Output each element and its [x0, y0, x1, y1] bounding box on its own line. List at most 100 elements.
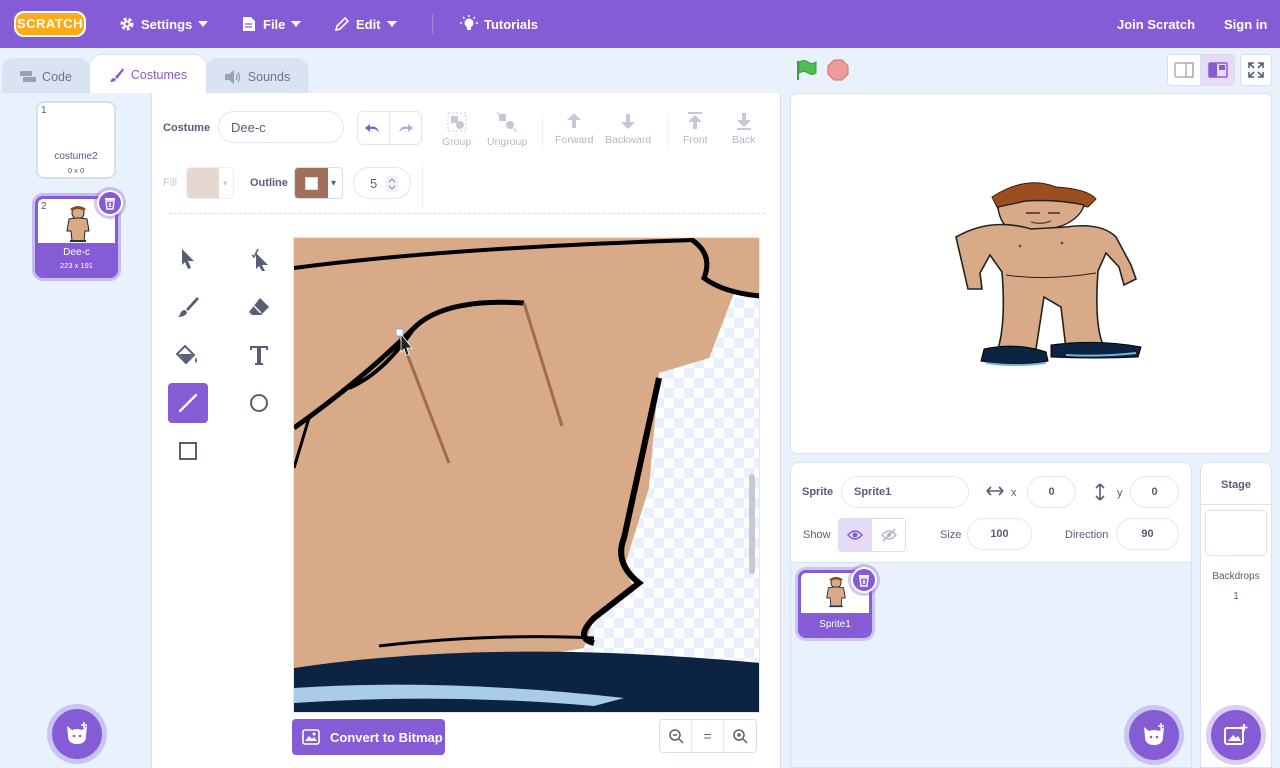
edit-menu[interactable]: Edit	[334, 0, 397, 48]
arrow-up-icon	[567, 113, 582, 128]
small-stage-button[interactable]	[1168, 55, 1202, 85]
costume-number: 1	[41, 105, 47, 116]
scratch-logo[interactable]: SCRATCH	[14, 10, 86, 38]
circle-icon	[250, 394, 268, 412]
eraser-tool[interactable]	[239, 287, 279, 327]
costume-name-label: Costume	[163, 122, 211, 134]
costume-thumbnail	[66, 206, 90, 242]
stage-canvas[interactable]	[790, 93, 1272, 454]
size-input[interactable]: 100	[967, 518, 1032, 550]
stage-header	[782, 48, 1280, 92]
fill-color-picker[interactable]: ▾	[186, 167, 234, 199]
logo-text: SCRATCH	[16, 16, 84, 31]
hide-sprite-button[interactable]	[872, 519, 905, 551]
back-button[interactable]: Back	[732, 111, 755, 146]
text-tool[interactable]	[239, 335, 279, 375]
costume-tile-1[interactable]: 1 costume2 0 x 0	[36, 101, 116, 179]
choose-costume-button[interactable]	[52, 709, 102, 759]
trash-icon	[859, 574, 869, 587]
backward-button[interactable]: Backward	[605, 111, 651, 146]
cursor-icon	[182, 249, 194, 269]
green-flag-button[interactable]	[794, 58, 818, 82]
small-stage-icon	[1174, 62, 1194, 78]
y-value: 0	[1151, 486, 1158, 498]
costume-name-input[interactable]: Dee-c	[218, 111, 344, 143]
direction-input[interactable]: 90	[1116, 518, 1179, 550]
fill-tool[interactable]	[168, 335, 208, 375]
ungroup-icon	[496, 111, 518, 133]
redo-button[interactable]	[390, 112, 421, 144]
sprite-info: Sprite Sprite1 x 0 y 0 Show Size 100 Dir…	[791, 463, 1191, 563]
group-button[interactable]: Group	[442, 111, 471, 148]
forward-button[interactable]: Forward	[555, 111, 594, 146]
delete-costume-button[interactable]	[97, 190, 123, 216]
circle-tool[interactable]	[239, 383, 279, 423]
cat-icon	[67, 722, 87, 744]
sprite-tile-label-area: Sprite1	[801, 613, 869, 635]
paint-canvas[interactable]	[293, 237, 760, 713]
stop-button[interactable]	[827, 59, 849, 81]
outline-width-value: 5	[370, 175, 378, 191]
convert-to-bitmap-button[interactable]: Convert to Bitmap	[292, 719, 445, 755]
stage-size-toggle	[1167, 54, 1235, 86]
outline-label: Outline	[250, 177, 288, 189]
image-add-icon	[1224, 724, 1248, 745]
reshape-tool[interactable]	[239, 239, 279, 279]
settings-menu[interactable]: Settings	[119, 0, 209, 48]
settings-label: Settings	[141, 16, 193, 32]
tutorials-menu[interactable]: Tutorials	[460, 0, 538, 48]
zoom-in-button[interactable]	[724, 720, 756, 752]
backdrops-label: Backdrops	[1212, 571, 1260, 582]
front-label: Front	[683, 134, 708, 146]
sprite-name-input[interactable]: Sprite1	[841, 476, 969, 508]
costume-name: Dee-c	[63, 247, 90, 258]
file-menu[interactable]: File	[241, 0, 302, 48]
file-label: File	[263, 16, 286, 32]
chevron-down-icon	[386, 21, 397, 27]
chevron-down-icon	[198, 21, 209, 27]
cat-icon	[1144, 723, 1164, 745]
stepper-icon	[386, 176, 398, 192]
front-button[interactable]: Front	[683, 111, 708, 146]
join-scratch-link[interactable]: Join Scratch	[1117, 0, 1195, 48]
sign-in-link[interactable]: Sign in	[1224, 0, 1267, 48]
direction-value: 90	[1141, 528, 1154, 540]
fill-label: Fill	[163, 177, 178, 189]
brush-tool[interactable]	[168, 287, 208, 327]
large-stage-icon	[1207, 62, 1228, 78]
tab-costumes[interactable]: Costumes	[89, 54, 207, 94]
size-label: Size	[940, 529, 962, 541]
tutorials-label: Tutorials	[484, 16, 538, 32]
zoom-reset-button[interactable]: =	[692, 720, 724, 752]
large-stage-button[interactable]	[1201, 55, 1234, 85]
undo-button[interactable]	[358, 112, 390, 144]
select-tool[interactable]	[168, 239, 208, 279]
y-input[interactable]: 0	[1130, 476, 1179, 508]
tab-sounds[interactable]: Sounds	[206, 58, 308, 94]
zoom-in-icon	[733, 729, 748, 744]
delete-sprite-button[interactable]	[851, 567, 877, 593]
sprite-label: Sprite	[802, 486, 834, 498]
choose-backdrop-button[interactable]	[1211, 710, 1261, 760]
rectangle-tool[interactable]	[168, 431, 208, 471]
outline-color-picker[interactable]: ▾	[294, 167, 343, 199]
forward-label: Forward	[555, 134, 594, 146]
pencil-icon	[334, 16, 350, 32]
menu-divider	[432, 14, 433, 34]
tab-code[interactable]: Code	[2, 58, 90, 94]
ungroup-button[interactable]: Ungroup	[487, 111, 527, 148]
line-tool[interactable]	[168, 383, 208, 423]
arrow-to-bottom-icon	[736, 113, 751, 130]
edit-label: Edit	[356, 16, 381, 32]
back-label: Back	[732, 134, 756, 146]
outline-width-input[interactable]: 5	[353, 167, 411, 199]
eye-slash-icon	[880, 528, 897, 542]
zoom-out-icon	[668, 729, 684, 744]
zoom-out-button[interactable]	[660, 720, 692, 752]
section-divider	[169, 213, 765, 214]
choose-sprite-button[interactable]	[1129, 710, 1179, 760]
fullscreen-button[interactable]	[1240, 54, 1272, 86]
toolbar-divider	[542, 113, 543, 149]
show-sprite-button[interactable]	[839, 519, 873, 551]
x-input[interactable]: 0	[1027, 476, 1076, 508]
